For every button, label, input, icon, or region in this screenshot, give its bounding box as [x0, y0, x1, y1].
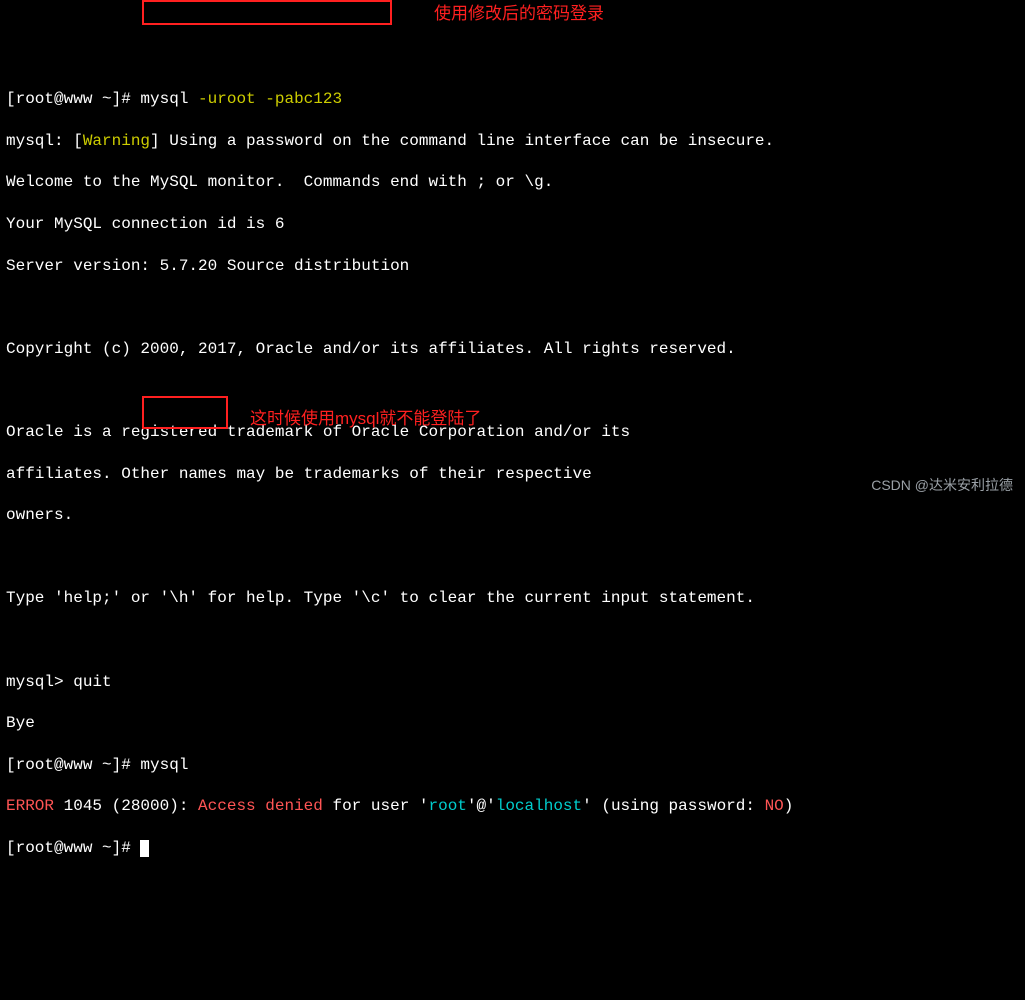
host-name: localhost — [496, 797, 582, 815]
annotation-text: 这时候使用mysql就不能登陆了 — [250, 408, 481, 430]
terminal-line — [6, 547, 1019, 568]
error-message: Access denied — [198, 797, 323, 815]
terminal-line: mysql> quit — [6, 672, 1019, 693]
terminal-line: [root@www ~]# mysql -uroot -pabc123 — [6, 89, 1019, 110]
terminal-line: Server version: 5.7.20 Source distributi… — [6, 256, 1019, 277]
terminal-line: Copyright (c) 2000, 2017, Oracle and/or … — [6, 339, 1019, 360]
terminal-line: affiliates. Other names may be trademark… — [6, 464, 1019, 485]
command-args: -uroot -pabc123 — [198, 90, 342, 108]
prompt: [root@www ~]# — [6, 90, 131, 108]
prompt: [root@www ~]# — [6, 756, 131, 774]
terminal-line: Your MySQL connection id is 6 — [6, 214, 1019, 235]
prompt: [root@www ~]# — [6, 839, 140, 857]
terminal-line — [6, 297, 1019, 318]
terminal-line: owners. — [6, 505, 1019, 526]
warning-label: Warning — [83, 132, 150, 150]
command-text: mysql — [131, 756, 189, 774]
terminal-line: Oracle is a registered trademark of Orac… — [6, 422, 1019, 443]
terminal-line — [6, 380, 1019, 401]
terminal-error-line: ERROR 1045 (28000): Access denied for us… — [6, 796, 1019, 817]
terminal-line: Type 'help;' or '\h' for help. Type '\c'… — [6, 588, 1019, 609]
error-label: ERROR — [6, 797, 54, 815]
annotation-text: 使用修改后的密码登录 — [434, 3, 604, 25]
terminal-line — [6, 630, 1019, 651]
terminal-line: Bye — [6, 713, 1019, 734]
command-text: mysql — [131, 90, 198, 108]
cursor-icon[interactable] — [140, 840, 149, 857]
password-flag: NO — [765, 797, 784, 815]
terminal-line[interactable]: [root@www ~]# — [6, 838, 1019, 859]
user-name: root — [429, 797, 467, 815]
terminal-line: [root@www ~]# mysql — [6, 755, 1019, 776]
terminal-line: mysql: [Warning] Using a password on the… — [6, 131, 1019, 152]
highlight-box — [142, 0, 392, 25]
terminal-line: Welcome to the MySQL monitor. Commands e… — [6, 172, 1019, 193]
attribution-text: CSDN @达米安利拉德 — [871, 476, 1013, 494]
